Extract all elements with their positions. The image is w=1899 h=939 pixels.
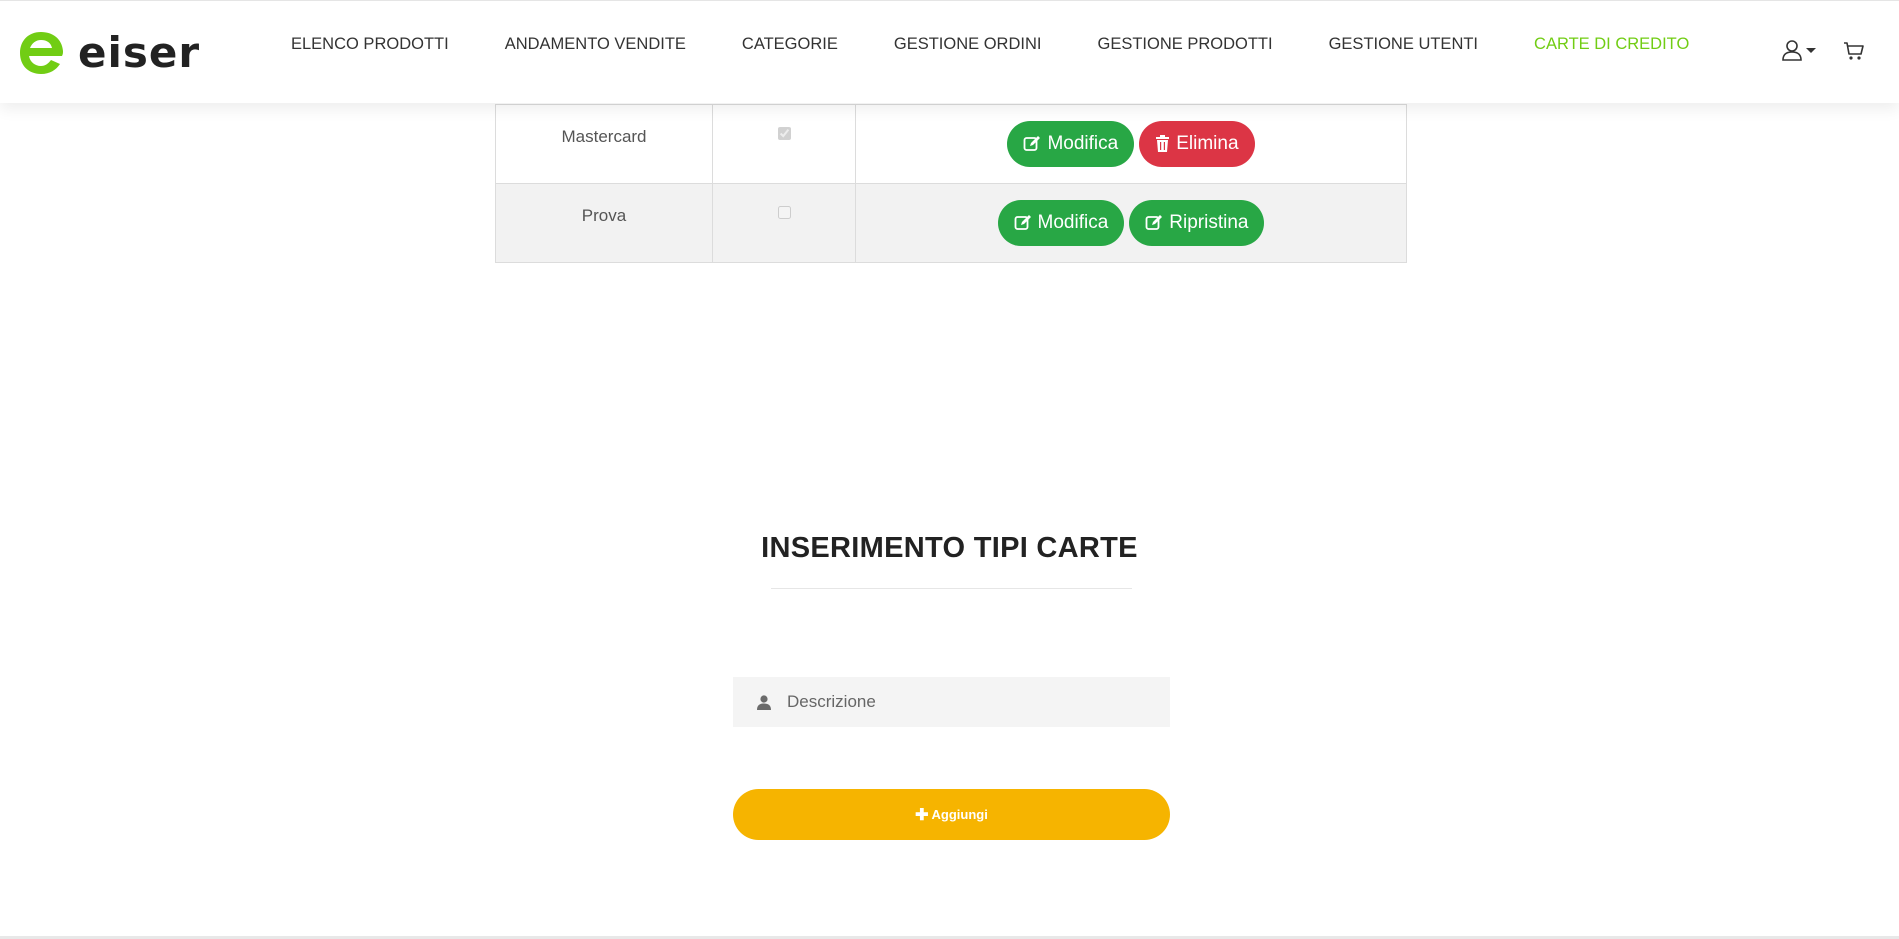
table-cell-name: Prova	[495, 183, 713, 263]
edit-button-label: Modifica	[1037, 212, 1109, 233]
logo[interactable]: eiser	[18, 29, 200, 77]
active-checkbox[interactable]	[778, 127, 791, 140]
title-divider	[771, 588, 1132, 589]
add-button-label: Aggiungi	[931, 807, 988, 822]
edit-button[interactable]: Modifica	[997, 200, 1125, 246]
restore-button[interactable]: Ripristina	[1129, 200, 1265, 246]
table-cell-active	[712, 104, 856, 184]
caret-down-icon	[1806, 48, 1816, 53]
main-nav: ELENCO PRODOTTI ANDAMENTO VENDITE CATEGO…	[291, 35, 1689, 54]
add-button[interactable]: ✚ Aggiungi	[733, 789, 1170, 840]
table-cell-actions: Modifica Ripristina	[855, 183, 1407, 263]
delete-button[interactable]: Elimina	[1139, 121, 1255, 167]
plus-icon: ✚	[915, 806, 929, 824]
nav-item-gestione-ordini[interactable]: GESTIONE ORDINI	[894, 35, 1042, 54]
edit-icon	[1145, 215, 1163, 230]
active-checkbox[interactable]	[778, 206, 791, 219]
delete-button-label: Elimina	[1176, 133, 1239, 154]
description-input[interactable]	[785, 691, 1149, 713]
description-field	[733, 677, 1170, 727]
card-types-table: Mastercard Modifica Elimina Prova Modifi…	[495, 104, 1407, 263]
table-cell-actions: Modifica Elimina	[855, 104, 1407, 184]
nav-item-gestione-utenti[interactable]: GESTIONE UTENTI	[1329, 35, 1478, 54]
table-row: Prova Modifica Ripristina	[495, 183, 1407, 263]
table-row: Mastercard Modifica Elimina	[495, 104, 1407, 184]
edit-button-label: Modifica	[1047, 133, 1119, 154]
trash-icon	[1156, 135, 1170, 152]
card-type-name: Mastercard	[561, 127, 647, 146]
page-title: INSERIMENTO TIPI CARTE	[761, 532, 1138, 564]
edit-icon	[1024, 136, 1041, 151]
nav-item-carte-di-credito[interactable]: CARTE DI CREDITO	[1534, 35, 1689, 54]
edit-icon	[1014, 215, 1031, 230]
card-type-name: Prova	[581, 206, 627, 225]
user-icon	[1782, 40, 1802, 61]
edit-button[interactable]: Modifica	[1007, 121, 1135, 167]
user-menu[interactable]	[1781, 39, 1817, 61]
nav-item-andamento-vendite[interactable]: ANDAMENTO VENDITE	[505, 35, 686, 54]
nav-item-elenco-prodotti[interactable]: ELENCO PRODOTTI	[291, 35, 449, 54]
user-icon	[757, 694, 771, 710]
nav-item-categorie[interactable]: CATEGORIE	[742, 35, 838, 54]
logo-mark-icon	[20, 32, 63, 74]
table-cell-active	[712, 183, 856, 263]
cart-icon[interactable]	[1843, 41, 1865, 61]
nav-item-gestione-prodotti[interactable]: GESTIONE PRODOTTI	[1097, 35, 1272, 54]
site-header: eiser ELENCO PRODOTTI ANDAMENTO VENDITE …	[0, 0, 1899, 103]
restore-button-label: Ripristina	[1169, 212, 1249, 233]
logo-text: eiser	[78, 28, 201, 77]
table-cell-name: Mastercard	[495, 104, 713, 184]
